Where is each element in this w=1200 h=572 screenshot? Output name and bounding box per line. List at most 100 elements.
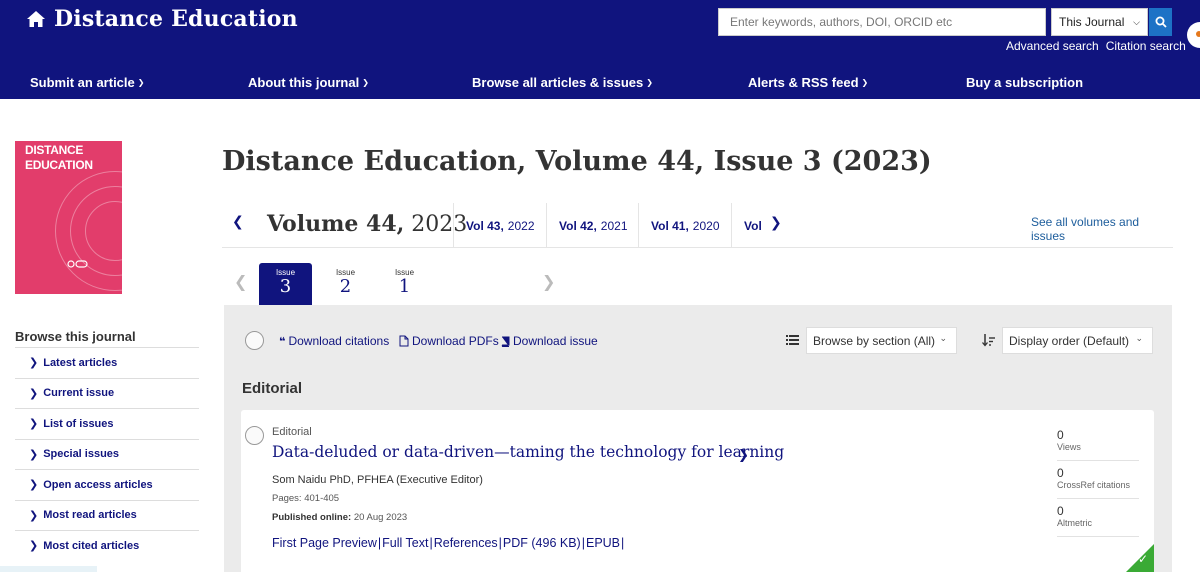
- sidebar-item-special-issues[interactable]: ❯ Special issues: [15, 438, 199, 470]
- cover-title-line: DISTANCE: [25, 143, 84, 157]
- sidebar-item-latest-articles[interactable]: ❯ Latest articles: [15, 347, 199, 378]
- article-type: Editorial: [272, 426, 312, 438]
- issue-tab-2[interactable]: Issue 2: [319, 263, 372, 305]
- sidebar-item-most-read[interactable]: ❯ Most read articles: [15, 499, 199, 531]
- metric-label: Views: [1057, 442, 1081, 452]
- download-pdfs-label: Download PDFs: [412, 334, 499, 348]
- nav-label: Alerts & RSS feed: [748, 75, 859, 90]
- browse-by-section-select[interactable]: Browse by section (All) ⌄: [806, 327, 957, 354]
- volume-tab-41[interactable]: Vol 41, 2020: [638, 203, 731, 248]
- site-header: Distance Education This Journal ⌵ Advanc…: [0, 0, 1200, 99]
- search-button[interactable]: [1149, 8, 1172, 36]
- home-icon: [27, 11, 45, 27]
- nav-browse-articles[interactable]: Browse all articles & issues ❯: [472, 75, 653, 90]
- sidebar-item-most-cited[interactable]: ❯ Most cited articles: [15, 530, 199, 561]
- book-icon: [501, 336, 510, 347]
- chevron-right-icon: ❯: [29, 540, 39, 553]
- link-separator: |: [621, 536, 625, 550]
- main-nav: Submit an article ❯ About this journal ❯…: [0, 72, 1200, 94]
- references-link[interactable]: References: [434, 536, 498, 550]
- next-issue-button[interactable]: ❯: [542, 272, 555, 292]
- volume-tab-year: 2020: [692, 218, 720, 233]
- download-issue-button[interactable]: Download issue: [500, 334, 598, 348]
- nav-about-journal[interactable]: About this journal ❯: [248, 75, 369, 90]
- search-scope-value: This Journal: [1059, 15, 1125, 29]
- cover-publisher-logo: [67, 259, 89, 271]
- see-all-volumes-link[interactable]: See all volumes and issues: [1031, 215, 1173, 243]
- article-card: Editorial Data-deluded or data-driven—ta…: [241, 410, 1154, 572]
- volume-tab-label: Vol 42,: [559, 218, 597, 233]
- issue-tab-1[interactable]: Issue 1: [378, 263, 431, 305]
- nav-label: Browse all articles & issues: [472, 75, 644, 90]
- chevron-right-icon: ❯: [29, 509, 39, 522]
- epub-link[interactable]: EPUB: [586, 536, 620, 550]
- pdf-link[interactable]: PDF (496 KB): [503, 536, 581, 550]
- full-text-link[interactable]: Full Text: [382, 536, 428, 550]
- chevron-down-icon: ❯: [137, 78, 145, 87]
- sidebar-item-label: Special issues: [43, 448, 120, 461]
- chevron-right-icon: ❯: [29, 448, 39, 461]
- metric-value: 0: [1057, 504, 1064, 518]
- volume-tab-label: Vol 43,: [466, 218, 504, 233]
- nav-alerts-rss[interactable]: Alerts & RSS feed ❯: [748, 75, 868, 90]
- chevron-down-icon: ⌄: [1135, 333, 1143, 343]
- volume-tab-label: Vol 41,: [651, 218, 689, 233]
- select-all-checkbox[interactable]: [245, 331, 264, 350]
- metric-value: 0: [1057, 428, 1064, 442]
- chevron-down-icon: ❯: [362, 78, 369, 87]
- browse-by-section-value: Browse by section (All): [813, 333, 936, 348]
- journal-cover-image[interactable]: DISTANCE EDUCATION: [15, 141, 122, 294]
- sidebar-item-label: Latest articles: [43, 356, 118, 369]
- previous-volume-button[interactable]: ❮: [232, 213, 244, 230]
- sidebar-item-label: Current issue: [43, 387, 115, 400]
- quote-icon: ❝: [279, 335, 286, 348]
- sort-icon: [982, 334, 995, 347]
- journal-home-link[interactable]: Distance Education: [26, 6, 298, 32]
- article-author[interactable]: Som Naidu PhD, PFHEA (Executive Editor): [272, 474, 483, 486]
- nav-label: Buy a subscription: [966, 75, 1084, 90]
- current-volume: Volume 44, 2023: [267, 211, 467, 237]
- search-input[interactable]: [718, 8, 1046, 36]
- download-pdfs-button[interactable]: Download PDFs: [399, 334, 499, 348]
- altmetric-metric: 0 Altmetric: [1057, 504, 1137, 528]
- sidebar-item-open-access[interactable]: ❯ Open access articles: [15, 469, 199, 500]
- views-metric: 0 Views: [1057, 428, 1137, 452]
- chevron-right-icon: ❯: [29, 418, 39, 431]
- advanced-search-link[interactable]: Advanced search: [1006, 39, 1099, 53]
- next-volume-button[interactable]: ❯: [770, 214, 782, 231]
- nav-submit-article[interactable]: Submit an article ❯: [30, 75, 144, 90]
- issue-tab-number: 2: [339, 276, 352, 297]
- chevron-right-icon[interactable]: ❯: [738, 447, 749, 463]
- crossref-metric: 0 CrossRef citations: [1057, 466, 1137, 490]
- metric-label: Altmetric: [1057, 518, 1093, 528]
- volume-selector: ❮ Volume 44, 2023 Vol 43, 2022 Vol 42, 2…: [222, 203, 1173, 248]
- sidebar-item-label: List of issues: [43, 417, 114, 430]
- sidebar-item-label: Open access articles: [43, 478, 153, 491]
- download-citations-label: Download citations: [288, 334, 390, 348]
- previous-issue-button[interactable]: ❮: [234, 272, 247, 292]
- list-view-icon: [786, 335, 799, 345]
- display-order-select[interactable]: Display order (Default) ⌄: [1002, 327, 1153, 354]
- chevron-down-icon: ⌄: [939, 333, 947, 343]
- display-order-value: Display order (Default): [1009, 333, 1130, 348]
- volume-tab-40[interactable]: Vol: [731, 203, 765, 248]
- volume-tab-label: Vol: [744, 218, 762, 233]
- citation-search-link[interactable]: Citation search: [1106, 39, 1186, 53]
- volume-tab-42[interactable]: Vol 42, 2021: [546, 203, 638, 248]
- browse-journal-heading: Browse this journal: [15, 329, 136, 344]
- odlaa-logo-icon: [67, 260, 88, 268]
- sidebar-item-current-issue[interactable]: ❯ Current issue: [15, 377, 199, 409]
- nav-buy-subscription[interactable]: Buy a subscription: [966, 75, 1083, 90]
- issue-tab-3[interactable]: Issue 3: [259, 263, 312, 305]
- download-citations-button[interactable]: ❝ Download citations: [279, 334, 389, 348]
- search-scope-select[interactable]: This Journal ⌵: [1051, 8, 1148, 36]
- published-label: Published online:: [272, 512, 352, 523]
- section-heading: Editorial: [242, 380, 303, 397]
- volume-tab-43[interactable]: Vol 43, 2022: [453, 203, 546, 248]
- user-menu-icon[interactable]: [1187, 22, 1200, 48]
- first-page-preview-link[interactable]: First Page Preview: [272, 536, 377, 550]
- chevron-right-icon: ❯: [29, 357, 39, 370]
- article-title-link[interactable]: Data-deluded or data-driven—taming the t…: [272, 443, 784, 461]
- article-select-checkbox[interactable]: [245, 426, 264, 445]
- sidebar-item-list-of-issues[interactable]: ❯ List of issues: [15, 408, 199, 439]
